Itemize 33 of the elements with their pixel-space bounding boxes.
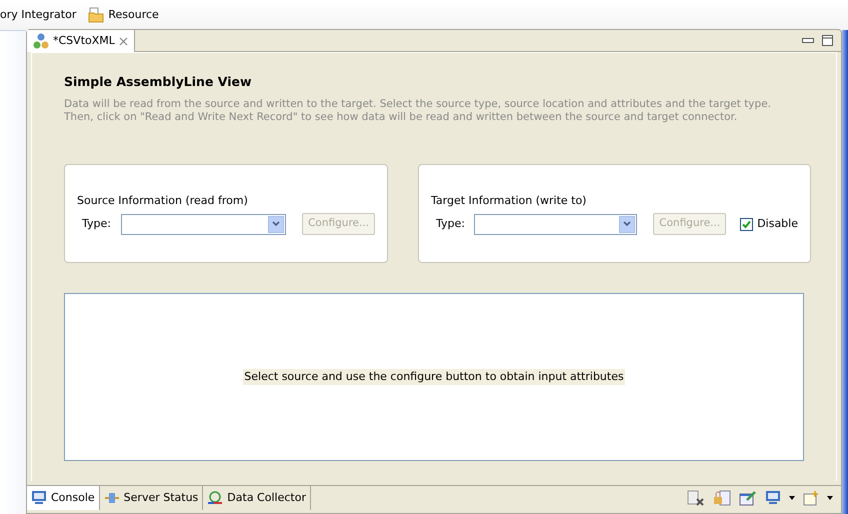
view-tab[interactable]: Data Collector	[203, 486, 311, 510]
view-tab[interactable]: Server Status	[100, 486, 204, 510]
clear-console-icon	[687, 490, 705, 506]
editor-tab[interactable]: *CSVtoXML	[27, 30, 135, 52]
close-icon	[118, 36, 128, 46]
description-text: Then, click on "Read and Write Next Record" to see how data will be read and written between the source and target connector.	[64, 110, 738, 124]
section-heading: Target Information (write to)	[431, 192, 588, 209]
assembly-line-icon	[33, 33, 49, 49]
type-dropdown[interactable]	[474, 214, 638, 235]
chevron-down-icon	[272, 221, 280, 228]
monitor-icon	[765, 490, 781, 506]
check-icon	[742, 220, 752, 229]
minimize-icon	[802, 38, 814, 44]
caret-icon	[827, 496, 833, 500]
chevron-down-icon	[623, 221, 632, 228]
field-label: Type:	[81, 216, 112, 232]
view-tab[interactable]: Console	[27, 486, 100, 510]
type-dropdown[interactable]	[120, 214, 286, 235]
perspective-link[interactable]: ory Integrator	[0, 6, 76, 24]
caret-icon	[789, 496, 795, 500]
section-heading: Source Information (read from)	[77, 192, 249, 209]
perspective-link[interactable]: Resource	[108, 6, 159, 24]
description-text: Data will be read from the source and written to the target. Select the source type, source location and attributes and the target type.	[64, 98, 772, 111]
tab-label: *CSVtoXML	[53, 32, 115, 49]
disable-checkbox[interactable]: Disable	[740, 216, 798, 232]
field-label: Type:	[435, 216, 466, 232]
scroll-lock-icon	[713, 490, 731, 506]
maximize-icon	[822, 35, 833, 46]
console-icon	[31, 490, 47, 506]
info-message: Select source and use the configure button to obtain input attributes	[243, 368, 625, 385]
view-title: Simple AssemblyLine View	[64, 73, 253, 91]
new-window-icon	[803, 490, 819, 506]
folder-icon	[88, 7, 104, 23]
